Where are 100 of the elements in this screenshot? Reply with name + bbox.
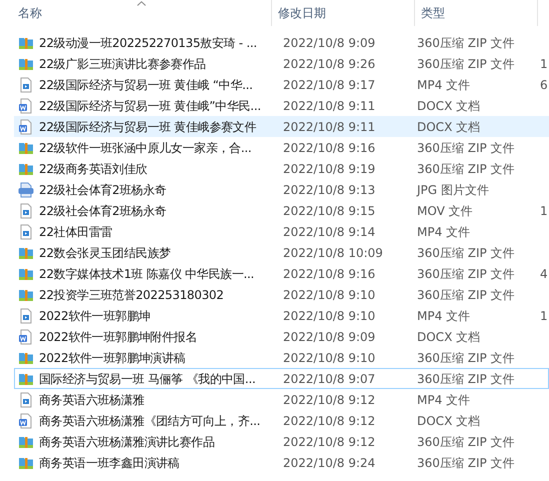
file-size: 1 — [540, 202, 548, 220]
modified-date: 2022/10/8 9:26 — [282, 56, 376, 72]
file-type: MP4 文件 — [417, 224, 472, 240]
file-type: DOCX 文档 — [417, 412, 482, 430]
file-name: 2022软件一班郭鹏坤演讲稿 — [39, 350, 186, 366]
file-row[interactable]: 2022软件一班郭鹏坤 2022/10/8 9:10 MP4 文件 1 — [14, 305, 549, 326]
file-row[interactable]: 22级动漫一班202252270135敖安琦 - ... 2022/10/8 9:09 360压缩 ZIP 文件 — [14, 32, 549, 53]
video-file-icon — [18, 224, 34, 240]
file-type: 360压缩 ZIP 文件 — [417, 286, 516, 304]
modified-date: 2022/10/8 9:12 — [282, 392, 376, 408]
file-type: MP4 文件 — [417, 392, 472, 408]
column-header[interactable]: 类型 — [415, 0, 538, 26]
file-size: 4 — [540, 266, 548, 282]
file-type: DOCX 文档 — [417, 118, 482, 136]
file-type: 360压缩 ZIP 文件 — [417, 434, 516, 450]
file-type: DOCX 文档 — [417, 328, 482, 346]
file-row[interactable]: 22级广影三班演讲比赛参赛作品 2022/10/8 9:26 360压缩 ZIP 文件 1 — [14, 53, 549, 74]
modified-date: 2022/10/8 9:14 — [282, 224, 376, 240]
file-row[interactable]: 22级国际经济与贸易一班 黄佳峨参赛文件 2022/10/8 9:11 DOCX 文档 — [14, 116, 549, 137]
file-row[interactable]: 商务英语六班杨潇雅 2022/10/8 9:12 MP4 文件 — [14, 389, 549, 410]
modified-date: 2022/10/8 9:11 — [282, 98, 376, 114]
modified-date: 2022/10/8 9:10 — [282, 308, 376, 324]
modified-date: 2022/10/8 9:09 — [282, 328, 376, 346]
file-name: 商务英语六班杨潇雅 — [39, 392, 146, 408]
file-name: 22级商务英语刘佳欣 — [39, 160, 148, 178]
file-name: 22投资学三班范誉202253180302 — [39, 286, 225, 304]
file-row[interactable]: 商务英语六班杨潇雅《团结方可向上，齐... 2022/10/8 9:12 DOCX 文档 — [14, 410, 549, 431]
modified-date: 2022/10/8 9:10 — [282, 350, 376, 366]
modified-date: 2022/10/8 9:12 — [282, 412, 376, 430]
file-name: 22级动漫一班202252270135敖安琦 - ... — [39, 34, 258, 52]
file-type: 360压缩 ZIP 文件 — [417, 160, 516, 178]
file-type: 360压缩 ZIP 文件 — [417, 370, 516, 388]
file-type: DOCX 文档 — [417, 98, 482, 114]
modified-date: 2022/10/8 9:19 — [282, 160, 376, 178]
word-document-icon — [18, 412, 34, 428]
file-row[interactable]: 22级国际经济与贸易一班 黄佳峨 “中华... 2022/10/8 9:17 MP4 文件 6 — [14, 74, 549, 95]
file-name: 22数字媒体技术1班 陈嘉仪 中华民族一... — [39, 266, 256, 282]
file-type: 360压缩 ZIP 文件 — [417, 56, 516, 72]
file-type: 360压缩 ZIP 文件 — [417, 454, 516, 472]
file-type: 360压缩 ZIP 文件 — [417, 350, 516, 366]
modified-date: 2022/10/8 9:13 — [282, 182, 376, 198]
word-document-icon — [18, 328, 34, 344]
file-name: 22级国际经济与贸易一班 黄佳峨”中华民... — [39, 98, 262, 114]
file-type: 360压缩 ZIP 文件 — [417, 34, 516, 52]
file-size: 6 — [540, 76, 548, 94]
file-type: MOV 文件 — [417, 202, 474, 220]
modified-date: 2022/10/8 9:09 — [282, 34, 376, 52]
file-row[interactable]: 22数字媒体技术1班 陈嘉仪 中华民族一... 2022/10/8 9:16 360压缩 ZIP 文件 4 — [14, 263, 549, 284]
column-header[interactable]: 修改日期 — [272, 0, 415, 26]
file-name: 22社体田雷雷 — [39, 224, 114, 240]
file-row[interactable]: 商务英语一班李鑫田演讲稿 2022/10/8 9:24 360压缩 ZIP 文件 — [14, 452, 549, 473]
video-file-icon — [18, 392, 34, 408]
file-name: 22级国际经济与贸易一班 黄佳峨 “中华... — [39, 76, 254, 94]
file-name: 22级广影三班演讲比赛参赛作品 — [39, 56, 207, 72]
file-name: 22级社会体育2班杨永奇 — [39, 202, 168, 220]
file-type: 360压缩 ZIP 文件 — [417, 140, 516, 156]
file-type: MP4 文件 — [417, 308, 472, 324]
file-name: 22级软件一班张涵中原儿女一家亲，合... — [39, 140, 252, 156]
file-row[interactable]: 22级商务英语刘佳欣 2022/10/8 9:19 360压缩 ZIP 文件 — [14, 158, 549, 179]
modified-date: 2022/10/8 9:07 — [282, 370, 376, 388]
modified-date: 2022/10/8 9:10 — [282, 286, 376, 304]
file-name: 22数会张灵玉团结民族梦 — [39, 244, 172, 262]
file-name: 2022软件一班郭鹏坤 — [39, 308, 152, 324]
file-row[interactable]: 22级国际经济与贸易一班 黄佳峨”中华民... 2022/10/8 9:11 DOCX 文档 — [14, 95, 549, 116]
file-size: 1 — [540, 56, 548, 72]
modified-date: 2022/10/8 10:09 — [282, 244, 384, 262]
file-row[interactable]: 22社体田雷雷 2022/10/8 9:14 MP4 文件 — [14, 221, 549, 242]
file-row[interactable]: 国际经济与贸易一班 马俪筝 《我的中国... 2022/10/8 9:07 360压缩 ZIP 文件 — [14, 368, 549, 389]
word-document-icon — [18, 118, 34, 134]
file-row[interactable]: 商务英语六班杨潇雅演讲比赛作品 2022/10/8 9:12 360压缩 ZIP 文件 — [14, 431, 549, 452]
modified-date: 2022/10/8 9:17 — [282, 76, 376, 94]
video-file-icon — [18, 308, 34, 324]
file-name: 商务英语六班杨潇雅演讲比赛作品 — [39, 434, 216, 450]
modified-date: 2022/10/8 9:16 — [282, 266, 376, 282]
file-name: 商务英语一班李鑫田演讲稿 — [39, 454, 180, 472]
file-row[interactable]: 22级软件一班张涵中原儿女一家亲，合... 2022/10/8 9:16 360压缩 ZIP 文件 — [14, 137, 549, 158]
file-type: 360压缩 ZIP 文件 — [417, 244, 516, 262]
file-row[interactable]: 22投资学三班范誉202253180302 2022/10/8 9:10 360压缩 ZIP 文件 — [14, 284, 549, 305]
file-type: JPG 图片文件 — [417, 182, 490, 198]
file-type: MP4 文件 — [417, 76, 472, 94]
file-row[interactable]: 22数会张灵玉团结民族梦 2022/10/8 10:09 360压缩 ZIP 文件 — [14, 242, 549, 263]
file-row[interactable]: 22级社会体育2班杨永奇 2022/10/8 9:15 MOV 文件 1 — [14, 200, 549, 221]
file-name: 国际经济与贸易一班 马俪筝 《我的中国... — [39, 370, 256, 388]
file-name: 商务英语六班杨潇雅《团结方可向上，齐... — [39, 412, 262, 430]
file-row[interactable]: 2022软件一班郭鹏坤演讲稿 2022/10/8 9:10 360压缩 ZIP 文件 — [14, 347, 549, 368]
column-header[interactable]: 名称 — [0, 0, 272, 26]
modified-date: 2022/10/8 9:15 — [282, 202, 376, 220]
file-name: 22级国际经济与贸易一班 黄佳峨参赛文件 — [39, 118, 258, 136]
file-size: 1 — [540, 308, 548, 324]
file-name: 22级社会体育2班杨永奇 — [39, 182, 168, 198]
word-document-icon — [18, 98, 34, 114]
modified-date: 2022/10/8 9:11 — [282, 118, 376, 136]
file-row[interactable]: 2022软件一班郭鹏坤附件报名 2022/10/8 9:09 DOCX 文档 — [14, 326, 549, 347]
sort-ascending-icon — [137, 1, 146, 6]
file-name: 2022软件一班郭鹏坤附件报名 — [39, 328, 198, 346]
file-row[interactable]: 22级社会体育2班杨永奇 2022/10/8 9:13 JPG 图片文件 — [14, 179, 549, 200]
video-file-icon — [18, 202, 34, 218]
modified-date: 2022/10/8 9:16 — [282, 140, 376, 156]
modified-date: 2022/10/8 9:12 — [282, 434, 376, 450]
file-type: 360压缩 ZIP 文件 — [417, 266, 516, 282]
